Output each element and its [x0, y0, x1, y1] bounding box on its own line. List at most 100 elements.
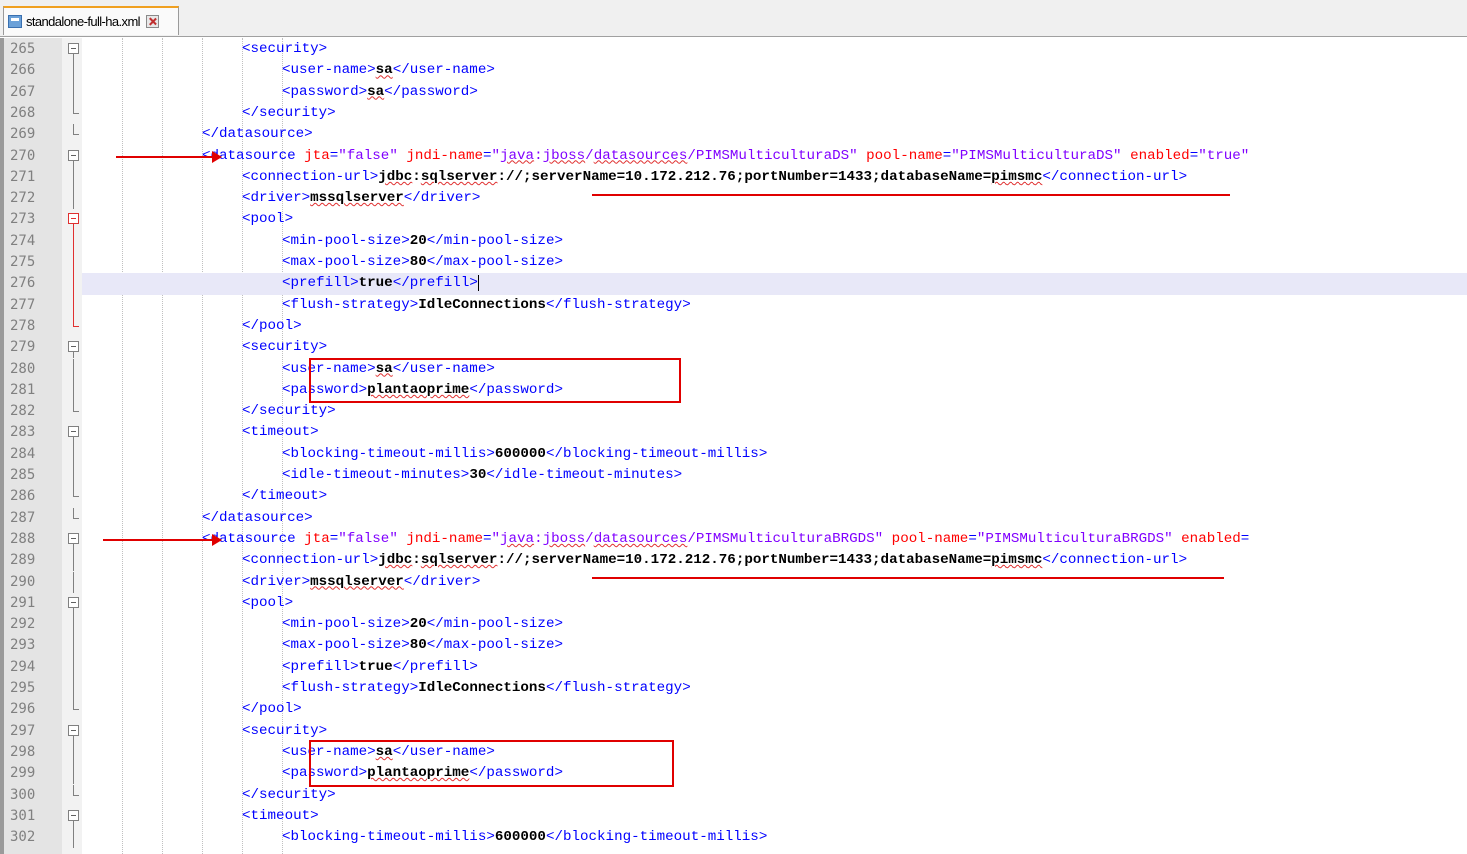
- code-line[interactable]: 282 </security>: [0, 401, 1467, 422]
- code-line[interactable]: 302 <blocking-timeout-millis>600000</bloc…: [0, 827, 1467, 849]
- code-text: <min-pool-size>20</min-pool-size>: [282, 616, 563, 633]
- code-text: <timeout>: [242, 807, 319, 824]
- fold-end-mark: [73, 709, 79, 711]
- code-line[interactable]: 266 <user-name>sa</user-name>: [0, 60, 1467, 82]
- code-line[interactable]: 297 <security>: [0, 721, 1467, 742]
- fold-toggle-icon[interactable]: [68, 426, 79, 438]
- code-line[interactable]: 290 <driver>mssqlserver</driver>: [0, 571, 1467, 593]
- code-line[interactable]: 274 <min-pool-size>20</min-pool-size>: [0, 230, 1467, 252]
- code-line[interactable]: 278 </pool>: [0, 315, 1467, 337]
- code-line[interactable]: 275 <max-pool-size>80</max-pool-size>: [0, 252, 1467, 274]
- fold-line: [73, 60, 74, 82]
- code-editor[interactable]: 265 <security> 266 <user-name>sa</user-name…: [0, 38, 1467, 854]
- fold-line: [73, 571, 74, 593]
- code-line[interactable]: 279 <security>: [0, 337, 1467, 359]
- fold-toggle-icon[interactable]: [68, 596, 79, 608]
- fold-line: [73, 763, 74, 785]
- code-line[interactable]: 283 <timeout>: [0, 422, 1467, 444]
- fold-line: [73, 166, 74, 189]
- code-line[interactable]: 271 <connection-url>jdbc:sqlserver://;ser…: [0, 166, 1467, 189]
- code-text: <prefill>true</prefill>: [282, 658, 478, 675]
- fold-toggle-icon[interactable]: [68, 341, 79, 353]
- code-text: </datasource>: [202, 126, 313, 143]
- fold-toggle-icon[interactable]: [68, 149, 79, 161]
- code-line[interactable]: 289 <connection-url>jdbc:sqlserver://;ser…: [0, 550, 1467, 572]
- code-text: <flush-strategy>IdleConnections</flush-s…: [282, 680, 691, 696]
- line-number: 284: [10, 445, 36, 462]
- text-caret: [477, 274, 479, 291]
- fold-toggle-icon[interactable]: [68, 43, 79, 54]
- code-line[interactable]: 294 <prefill>true</prefill>: [0, 656, 1467, 678]
- line-number: 272: [10, 190, 36, 207]
- code-text: <security>: [242, 339, 328, 356]
- code-text: <datasource jta="false" jndi-name="java:…: [202, 147, 1250, 164]
- code-line[interactable]: 296 </pool>: [0, 699, 1467, 720]
- code-text: <max-pool-size>80</max-pool-size>: [282, 254, 563, 270]
- fold-toggle-icon[interactable]: [68, 213, 79, 225]
- code-line[interactable]: 298 <user-name>sa</user-name>: [0, 741, 1467, 764]
- code-text: <driver>mssqlserver</driver>: [242, 573, 481, 590]
- code-text: <prefill>true</prefill>: [282, 274, 479, 292]
- line-number: 283: [10, 424, 36, 441]
- line-number: 266: [10, 62, 36, 79]
- annotation-arrow: [103, 534, 222, 546]
- line-number: 271: [10, 168, 36, 185]
- file-tab[interactable]: standalone-full-ha.xml: [3, 6, 179, 35]
- code-line[interactable]: 277 <flush-strategy>IdleConnections</flus…: [0, 294, 1467, 316]
- fold-end-mark: [73, 112, 79, 114]
- code-line[interactable]: 281 <password>plantaoprime</password>: [0, 379, 1467, 402]
- code-line[interactable]: 285 <idle-timeout-minutes>30</idle-timeou…: [0, 465, 1467, 487]
- line-number: 269: [10, 126, 36, 143]
- code-line[interactable]: 265 <security>: [0, 39, 1467, 61]
- fold-line: [73, 294, 74, 316]
- code-line[interactable]: 268 </security>: [0, 102, 1467, 124]
- code-line[interactable]: 280 <user-name>sa</user-name>: [0, 358, 1467, 380]
- code-line[interactable]: 293 <max-pool-size>80</max-pool-size>: [0, 635, 1467, 657]
- line-number: 290: [10, 573, 36, 590]
- fold-toggle-icon[interactable]: [68, 532, 79, 544]
- code-line[interactable]: 269 </datasource>: [0, 124, 1467, 145]
- line-number: 268: [10, 104, 36, 121]
- code-line[interactable]: 284 <blocking-timeout-millis>600000</bloc…: [0, 443, 1467, 465]
- fold-line: [73, 656, 74, 678]
- code-line[interactable]: 286 </timeout>: [0, 486, 1467, 507]
- code-text: </timeout>: [242, 488, 328, 505]
- code-text: <password>sa</password>: [282, 83, 478, 100]
- code-text: <user-name>sa</user-name>: [282, 62, 495, 79]
- code-line[interactable]: 292 <min-pool-size>20</min-pool-size>: [0, 614, 1467, 636]
- code-line[interactable]: 276 <prefill>true</prefill>: [0, 273, 1467, 295]
- line-number: 275: [10, 254, 36, 270]
- line-number: 299: [10, 765, 36, 782]
- fold-line: [73, 358, 74, 380]
- code-line[interactable]: 300 </security>: [0, 784, 1467, 806]
- code-text: <min-pool-size>20</min-pool-size>: [282, 232, 563, 249]
- fold-line: [73, 614, 74, 636]
- code-text: <connection-url>jdbc:sqlserver://;server…: [242, 168, 1188, 185]
- code-line[interactable]: 291 <pool>: [0, 593, 1467, 615]
- fold-line: [73, 635, 74, 657]
- fold-toggle-icon[interactable]: [68, 724, 79, 736]
- fold-toggle-icon[interactable]: [68, 809, 79, 821]
- fold-line: [73, 443, 74, 465]
- line-number: 270: [10, 147, 36, 164]
- code-line[interactable]: 301 <timeout>: [0, 806, 1467, 828]
- code-line[interactable]: 299 <password>plantaoprime</password>: [0, 763, 1467, 785]
- tab-filename: standalone-full-ha.xml: [26, 14, 141, 29]
- code-line[interactable]: 273 <pool>: [0, 209, 1467, 231]
- line-number: 276: [10, 275, 36, 292]
- line-number: 278: [10, 317, 36, 334]
- line-number: 296: [10, 701, 36, 718]
- fold-line: [73, 273, 74, 295]
- code-text: <pool>: [242, 594, 294, 611]
- code-line[interactable]: 272 <driver>mssqlserver</driver>: [0, 188, 1467, 210]
- code-line[interactable]: 287 </datasource>: [0, 507, 1467, 529]
- line-number: 288: [10, 530, 36, 547]
- close-tab-icon[interactable]: [145, 15, 159, 28]
- annotation-underline: [592, 577, 1224, 579]
- code-text: </security>: [242, 403, 336, 420]
- code-line[interactable]: 295 <flush-strategy>IdleConnections</flus…: [0, 678, 1467, 700]
- fold-end-mark: [73, 794, 79, 796]
- code-text: <blocking-timeout-millis>600000</blockin…: [282, 445, 768, 462]
- fold-end-mark: [73, 134, 79, 136]
- code-line[interactable]: 267 <password>sa</password>: [0, 81, 1467, 103]
